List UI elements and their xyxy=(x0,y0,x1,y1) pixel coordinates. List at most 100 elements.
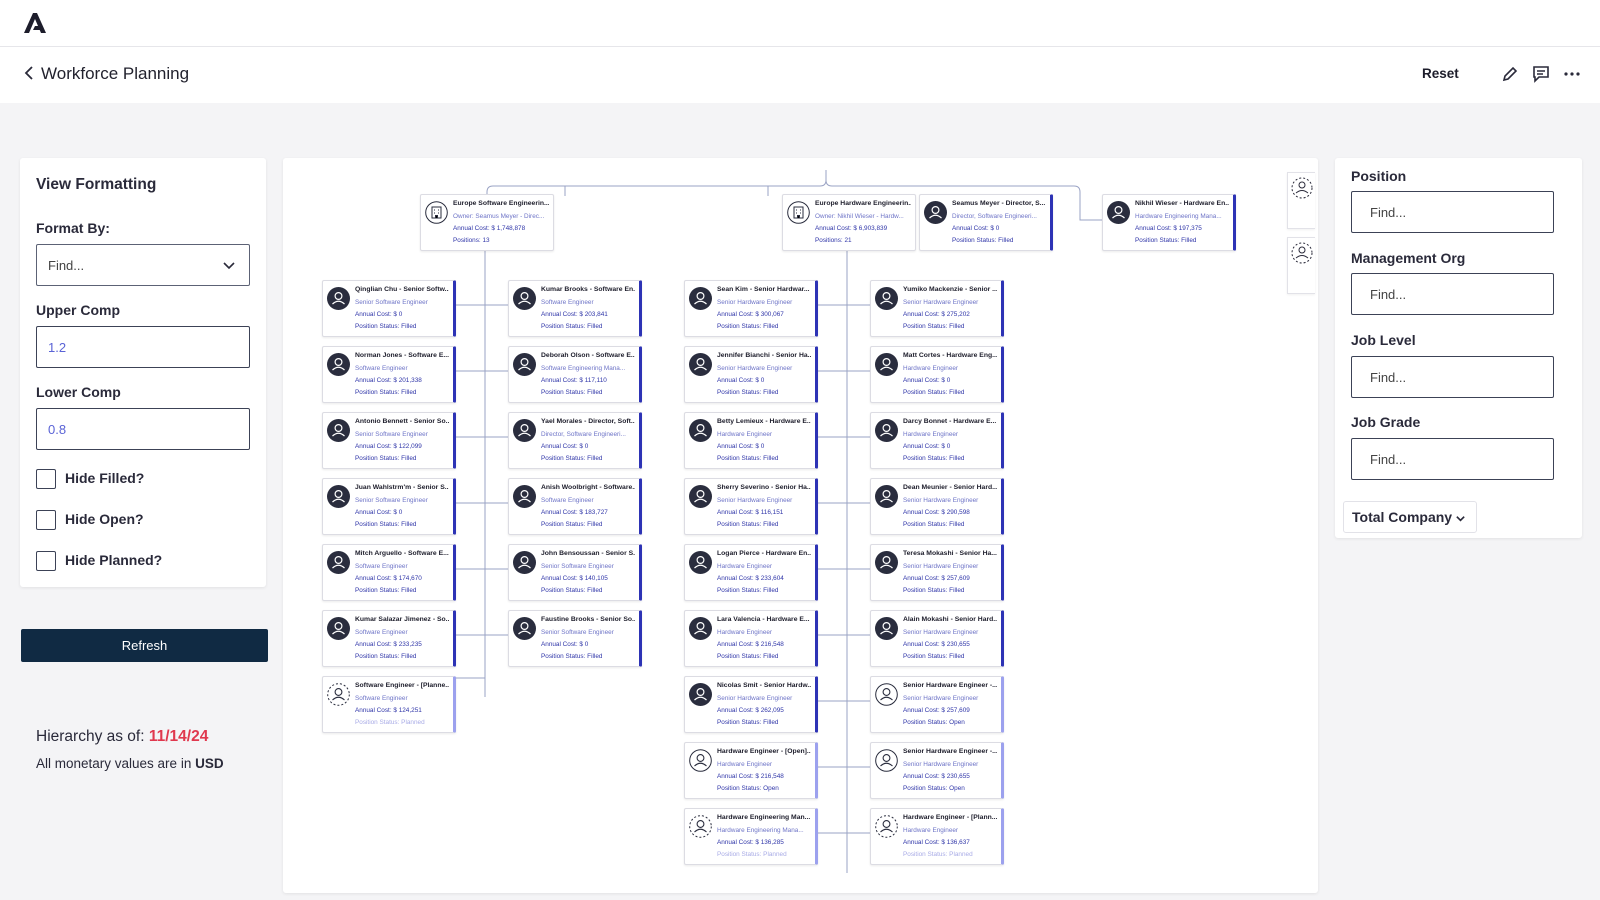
node-position-status: Position Status: Planned xyxy=(355,719,425,726)
employee-node[interactable]: Mitch Arguello - Software E... Software E… xyxy=(322,544,456,601)
collapsed-node-stub[interactable] xyxy=(1287,237,1315,294)
node-annual-cost: Annual Cost: $ 203,841 xyxy=(541,311,608,318)
comment-icon[interactable] xyxy=(1531,64,1551,84)
job-level-input[interactable]: Find... xyxy=(1351,356,1554,398)
employee-node[interactable]: Dean Meunier - Senior Hard... Senior Hard… xyxy=(870,478,1004,535)
person-avatar-icon xyxy=(327,353,350,376)
lower-comp-input[interactable]: 0.8 xyxy=(36,408,250,450)
org-unit-node[interactable]: Europe Software Engineerin... Owner: Seam… xyxy=(420,194,554,251)
open-position-avatar-icon xyxy=(875,683,898,706)
building-icon xyxy=(787,201,810,224)
node-subtitle: Software Engineer xyxy=(355,365,408,372)
employee-node[interactable]: Betty Lemieux - Hardware E... Hardware En… xyxy=(684,412,818,469)
employee-node[interactable]: Lara Valencia - Hardware E... Hardware En… xyxy=(684,610,818,667)
person-avatar-icon xyxy=(689,551,712,574)
employee-node[interactable]: Matt Cortes - Hardware Eng... Hardware En… xyxy=(870,346,1004,403)
collapsed-node-stub[interactable] xyxy=(1287,172,1315,229)
node-annual-cost: Annual Cost: $ 1,748,878 xyxy=(453,225,526,232)
employee-node[interactable]: Hardware Engineer - [Open]... Hardware En… xyxy=(684,742,818,799)
node-subtitle: Director, Software Engineeri... xyxy=(952,213,1037,220)
employee-node[interactable]: Alain Mokashi - Senior Hard... Senior Har… xyxy=(870,610,1004,667)
brand-logo[interactable] xyxy=(22,12,48,34)
employee-node[interactable]: Yumiko Mackenzie - Senior ... Senior Hard… xyxy=(870,280,1004,337)
employee-node[interactable]: Hardware Engineering Man... Hardware Engi… xyxy=(684,808,818,865)
refresh-button[interactable]: Refresh xyxy=(21,629,268,662)
employee-node[interactable]: Senior Hardware Engineer -... Senior Hard… xyxy=(870,676,1004,733)
employee-node[interactable]: Darcy Bonnet - Hardware E... Hardware Eng… xyxy=(870,412,1004,469)
employee-node[interactable]: Anish Woolbright - Software... Software E… xyxy=(508,478,642,535)
employee-node[interactable]: Yael Morales - Director, Soft... Director… xyxy=(508,412,642,469)
org-chart-canvas[interactable]: Europe Software Engineerin... Owner: Seam… xyxy=(283,158,1318,893)
node-annual-cost: Annual Cost: $ 257,609 xyxy=(903,707,970,714)
node-subtitle: Software Engineer xyxy=(541,299,594,306)
node-annual-cost: Annual Cost: $ 0 xyxy=(355,311,403,318)
position-input[interactable]: Find... xyxy=(1351,191,1554,233)
employee-node[interactable]: Norman Jones - Software E... Software Eng… xyxy=(322,346,456,403)
employee-node[interactable]: Jennifer Bianchi - Senior Ha... Senior Ha… xyxy=(684,346,818,403)
view-formatting-panel: View Formatting Format By: Find... Upper… xyxy=(20,158,266,587)
node-subtitle: Senior Hardware Engineer xyxy=(903,629,979,636)
node-subtitle: Hardware Engineer xyxy=(903,431,959,438)
node-subtitle: Software Engineer xyxy=(355,629,408,636)
management-org-input[interactable]: Find... xyxy=(1351,273,1554,315)
planned-position-avatar-icon xyxy=(689,815,712,838)
person-avatar-icon xyxy=(1107,201,1130,224)
employee-node[interactable]: Nicolas Smit - Senior Hardw... Senior Har… xyxy=(684,676,818,733)
reset-button[interactable]: Reset xyxy=(1422,66,1459,81)
employee-node[interactable]: Faustine Brooks - Senior So... Senior Sof… xyxy=(508,610,642,667)
node-annual-cost: Annual Cost: $ 290,598 xyxy=(903,509,970,516)
node-annual-cost: Annual Cost: $ 124,251 xyxy=(355,707,422,714)
node-annual-cost: Annual Cost: $ 0 xyxy=(717,443,765,450)
node-subtitle: Senior Software Engineer xyxy=(355,299,428,306)
node-annual-cost: Annual Cost: $ 117,110 xyxy=(541,377,607,384)
org-unit-node[interactable]: Europe Hardware Engineerin... Owner: Nikh… xyxy=(782,194,916,251)
currency-note: All monetary values are in USD xyxy=(36,756,224,771)
node-title: Kumar Brooks - Software En... xyxy=(541,286,635,293)
employee-node[interactable]: John Bensoussan - Senior S... Senior Soft… xyxy=(508,544,642,601)
person-avatar-icon xyxy=(875,287,898,310)
manager-node[interactable]: Seamus Meyer - Director, S... Director, S… xyxy=(919,194,1053,251)
node-subtitle: Hardware Engineer xyxy=(903,365,959,372)
node-title: Senior Hardware Engineer -... xyxy=(903,682,997,689)
currency-label: All monetary values are in xyxy=(36,756,192,771)
employee-node[interactable]: Senior Hardware Engineer -... Senior Hard… xyxy=(870,742,1004,799)
node-annual-cost: Annual Cost: $ 216,548 xyxy=(717,641,784,648)
position-label: Position xyxy=(1351,168,1407,184)
employee-node[interactable]: Juan Wahlstrm'm - Senior S... Senior Soft… xyxy=(322,478,456,535)
node-title: Nicolas Smit - Senior Hardw... xyxy=(717,682,811,689)
node-annual-cost: Annual Cost: $ 233,235 xyxy=(355,641,422,648)
format-by-select[interactable]: Find... xyxy=(36,244,250,286)
employee-node[interactable]: Teresa Mokashi - Senior Ha... Senior Hard… xyxy=(870,544,1004,601)
employee-node[interactable]: Kumar Brooks - Software En... Software En… xyxy=(508,280,642,337)
job-grade-input[interactable]: Find... xyxy=(1351,438,1554,480)
employee-node[interactable]: Logan Pierce - Hardware En... Hardware En… xyxy=(684,544,818,601)
open-position-avatar-icon xyxy=(875,749,898,772)
back-chevron-icon[interactable] xyxy=(20,63,40,83)
node-title: Dean Meunier - Senior Hard... xyxy=(903,484,997,491)
employee-node[interactable]: Sean Kim - Senior Hardwar... Senior Hardw… xyxy=(684,280,818,337)
manager-node[interactable]: Nikhil Wieser - Hardware En... Hardware E… xyxy=(1102,194,1236,251)
employee-node[interactable]: Antonio Bennett - Senior So... Senior Sof… xyxy=(322,412,456,469)
hide-filled-checkbox[interactable] xyxy=(36,469,56,489)
employee-node[interactable]: Software Engineer - [Planne... Software E… xyxy=(322,676,456,733)
node-subtitle: Hardware Engineer xyxy=(717,431,773,438)
employee-node[interactable]: Qinglian Chu - Senior Softw... Senior Sof… xyxy=(322,280,456,337)
hide-planned-checkbox[interactable] xyxy=(36,551,56,571)
upper-comp-input[interactable]: 1.2 xyxy=(36,326,250,368)
node-subtitle: Senior Software Engineer xyxy=(355,431,428,438)
node-title: Faustine Brooks - Senior So... xyxy=(541,616,635,623)
scope-dropdown[interactable]: Total Company xyxy=(1343,501,1477,533)
hide-open-checkbox[interactable] xyxy=(36,510,56,530)
employee-node[interactable]: Kumar Salazar Jimenez - So... Software En… xyxy=(322,610,456,667)
employee-node[interactable]: Hardware Engineer - [Plann... Hardware En… xyxy=(870,808,1004,865)
node-annual-cost: Annual Cost: $ 275,202 xyxy=(903,311,970,318)
pencil-icon[interactable] xyxy=(1500,64,1520,84)
employee-node[interactable]: Sherry Severino - Senior Ha... Senior Har… xyxy=(684,478,818,535)
more-icon[interactable] xyxy=(1562,64,1582,84)
format-by-value: Find... xyxy=(48,258,85,273)
node-position-status: Position Status: Filled xyxy=(717,521,779,528)
node-subtitle: Senior Hardware Engineer xyxy=(717,365,793,372)
planned-avatar-icon xyxy=(1291,177,1313,199)
employee-node[interactable]: Deborah Olson - Software E... Software En… xyxy=(508,346,642,403)
node-position-status: Position Status: Open xyxy=(903,719,965,726)
